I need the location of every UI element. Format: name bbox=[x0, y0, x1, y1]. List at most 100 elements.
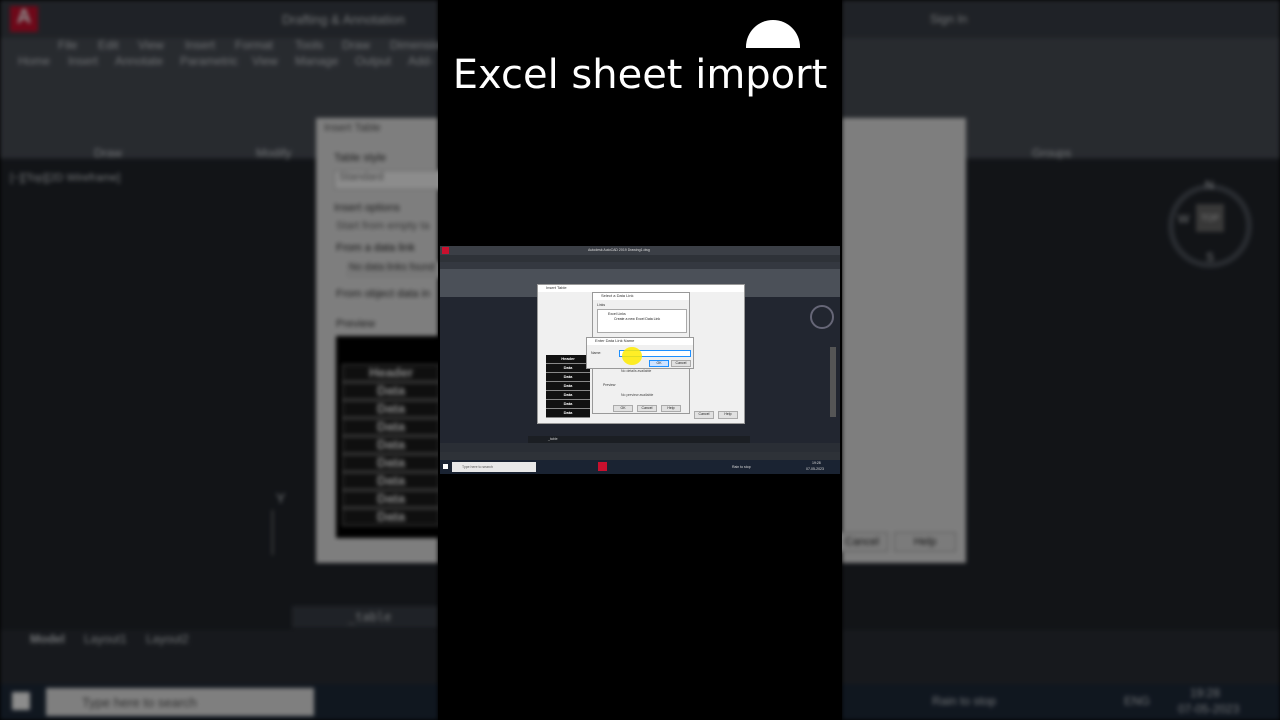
tab-insert[interactable]: Insert bbox=[68, 54, 98, 68]
clock-time[interactable]: 19:28 bbox=[1190, 686, 1220, 700]
title-bar-right: Sign In bbox=[842, 0, 1280, 38]
autocad-logo-icon[interactable]: A bbox=[10, 6, 38, 32]
tab-home[interactable]: Home bbox=[18, 54, 50, 68]
shot-weather[interactable]: Rain to stop bbox=[732, 465, 751, 469]
tab-output[interactable]: Output bbox=[355, 54, 391, 68]
shot-preview-row: Data bbox=[546, 391, 590, 400]
panel-modify[interactable]: Modify bbox=[256, 146, 291, 160]
dialog-title: Insert Table bbox=[324, 122, 381, 134]
preview-row: Data bbox=[342, 490, 440, 508]
viewport-label[interactable]: [−][Top][2D Wireframe] bbox=[10, 172, 120, 184]
preview-row: Data bbox=[342, 400, 440, 418]
tab-annotate[interactable]: Annotate bbox=[115, 54, 163, 68]
shot-date[interactable]: 07-05-2023 bbox=[806, 467, 824, 471]
menu-insert[interactable]: Insert bbox=[185, 38, 215, 52]
preview-row: Data bbox=[342, 454, 440, 472]
windows-start-icon[interactable] bbox=[12, 692, 30, 710]
preview-row: Data bbox=[342, 382, 440, 400]
menu-view[interactable]: View bbox=[138, 38, 164, 52]
menu-draw[interactable]: Draw bbox=[342, 38, 370, 52]
select-link-ok-button[interactable]: OK bbox=[613, 405, 633, 412]
shot-preview-row: Data bbox=[546, 409, 590, 418]
command-text[interactable]: _table bbox=[348, 610, 391, 624]
shot-search-box[interactable]: Type here to search bbox=[452, 462, 536, 472]
panel-draw[interactable]: Draw bbox=[94, 146, 122, 160]
command-line[interactable]: _table bbox=[292, 606, 438, 628]
taskbar-right: Rain to stop ENG 19:28 07-05-2023 bbox=[842, 684, 1280, 720]
enter-name-title: Enter Data Link Name bbox=[587, 338, 693, 345]
video-caption: Excel sheet import bbox=[452, 52, 828, 98]
tab-addins[interactable]: Add- bbox=[408, 54, 433, 68]
shot-taskbar: Type here to search Rain to stop 19:28 0… bbox=[440, 460, 840, 474]
shot-scrollbar[interactable] bbox=[830, 347, 836, 417]
option-empty-table[interactable]: Start from empty ta bbox=[336, 220, 430, 232]
compass-w: W bbox=[1178, 212, 1190, 226]
table-style-select[interactable]: Standard bbox=[334, 170, 444, 190]
viewcube-top[interactable]: TOP bbox=[1196, 204, 1224, 232]
excel-links-node[interactable]: Excel Links bbox=[608, 312, 626, 316]
weather-text[interactable]: Rain to stop bbox=[932, 694, 996, 708]
shot-title-bar: Autodesk AutoCAD 2019 Drawing1.dwg bbox=[440, 246, 840, 255]
insert-table-title: Insert Table bbox=[538, 285, 744, 292]
shot-autocad-taskbar-icon[interactable] bbox=[598, 462, 607, 471]
shot-preview-header: Header bbox=[546, 355, 590, 364]
workspace-label[interactable]: Drafting & Annotation bbox=[282, 12, 405, 27]
name-label: Name: bbox=[591, 351, 602, 355]
insert-table-dialog-bg: Insert Table Table style Standard Insert… bbox=[316, 118, 444, 563]
tab-manage[interactable]: Manage bbox=[295, 54, 338, 68]
tab-view[interactable]: View bbox=[252, 54, 278, 68]
tab-layout1[interactable]: Layout1 bbox=[84, 632, 127, 646]
background-left: A Drafting & Annotation File Edit View I… bbox=[0, 0, 447, 720]
select-link-cancel-button[interactable]: Cancel bbox=[637, 405, 657, 412]
shot-help-button[interactable]: Help bbox=[718, 411, 738, 419]
table-style-label: Table style bbox=[334, 152, 386, 164]
shot-ribbon-tabs bbox=[440, 262, 840, 269]
panel-groups[interactable]: Groups bbox=[1032, 146, 1071, 160]
data-link-select[interactable]: No data links found bbox=[346, 262, 441, 278]
compass-s: S bbox=[1206, 250, 1215, 264]
language-indicator[interactable]: ENG bbox=[1124, 694, 1150, 708]
shot-start-icon[interactable] bbox=[443, 464, 448, 469]
shot-command-line[interactable]: _table bbox=[528, 436, 750, 443]
taskbar-search[interactable]: Type here to search bbox=[46, 688, 314, 716]
shot-app-title: Autodesk AutoCAD 2019 Drawing1.dwg bbox=[588, 248, 650, 252]
no-details-text: No details available bbox=[621, 369, 652, 373]
cursor-highlight bbox=[622, 347, 642, 365]
select-link-help-button[interactable]: Help bbox=[661, 405, 681, 412]
shot-command-text[interactable]: _table bbox=[548, 437, 558, 441]
sign-in-button[interactable]: Sign In bbox=[930, 12, 967, 26]
preview-checkbox[interactable]: Preview bbox=[603, 383, 615, 387]
option-object-data[interactable]: From object data in bbox=[336, 288, 430, 300]
shot-preview-row: Data bbox=[546, 400, 590, 409]
name-ok-button[interactable]: OK bbox=[649, 360, 669, 367]
shot-time[interactable]: 19:28 bbox=[812, 461, 821, 465]
links-label: Links bbox=[597, 303, 606, 307]
background-right: Sign In Groups N W S TOP Cancel Help Rai… bbox=[836, 0, 1280, 720]
menu-edit[interactable]: Edit bbox=[98, 38, 119, 52]
shot-preview-row: Data bbox=[546, 364, 590, 373]
shot-menu-bar bbox=[440, 255, 840, 262]
clock-date[interactable]: 07-05-2023 bbox=[1178, 702, 1239, 716]
create-link-node[interactable]: Create a new Excel Data Link bbox=[614, 317, 660, 321]
tab-layout2[interactable]: Layout2 bbox=[146, 632, 189, 646]
cancel-button[interactable]: Cancel bbox=[836, 532, 888, 552]
help-button[interactable]: Help bbox=[894, 532, 956, 552]
ucs-y-label: Y bbox=[276, 490, 286, 506]
tab-parametric[interactable]: Parametric bbox=[180, 54, 238, 68]
shot-cancel-button[interactable]: Cancel bbox=[694, 411, 714, 419]
autocad-logo-icon[interactable] bbox=[442, 247, 449, 254]
option-data-link[interactable]: From a data link bbox=[336, 242, 415, 254]
shot-viewcube[interactable] bbox=[810, 305, 834, 329]
menu-tools[interactable]: Tools bbox=[295, 38, 323, 52]
preview-row: Data bbox=[342, 472, 440, 490]
name-cancel-button[interactable]: Cancel bbox=[671, 360, 691, 367]
insert-options-label: Insert options bbox=[334, 202, 401, 214]
ucs-y-axis bbox=[272, 510, 273, 555]
menu-format[interactable]: Format bbox=[235, 38, 273, 52]
menu-file[interactable]: File bbox=[58, 38, 77, 52]
preview-checkbox[interactable]: Preview bbox=[336, 318, 375, 330]
tab-model[interactable]: Model bbox=[30, 632, 65, 646]
links-tree[interactable]: Excel Links Create a new Excel Data Link bbox=[597, 309, 687, 333]
preview-row: Data bbox=[342, 418, 440, 436]
preview-row: Data bbox=[342, 508, 440, 526]
